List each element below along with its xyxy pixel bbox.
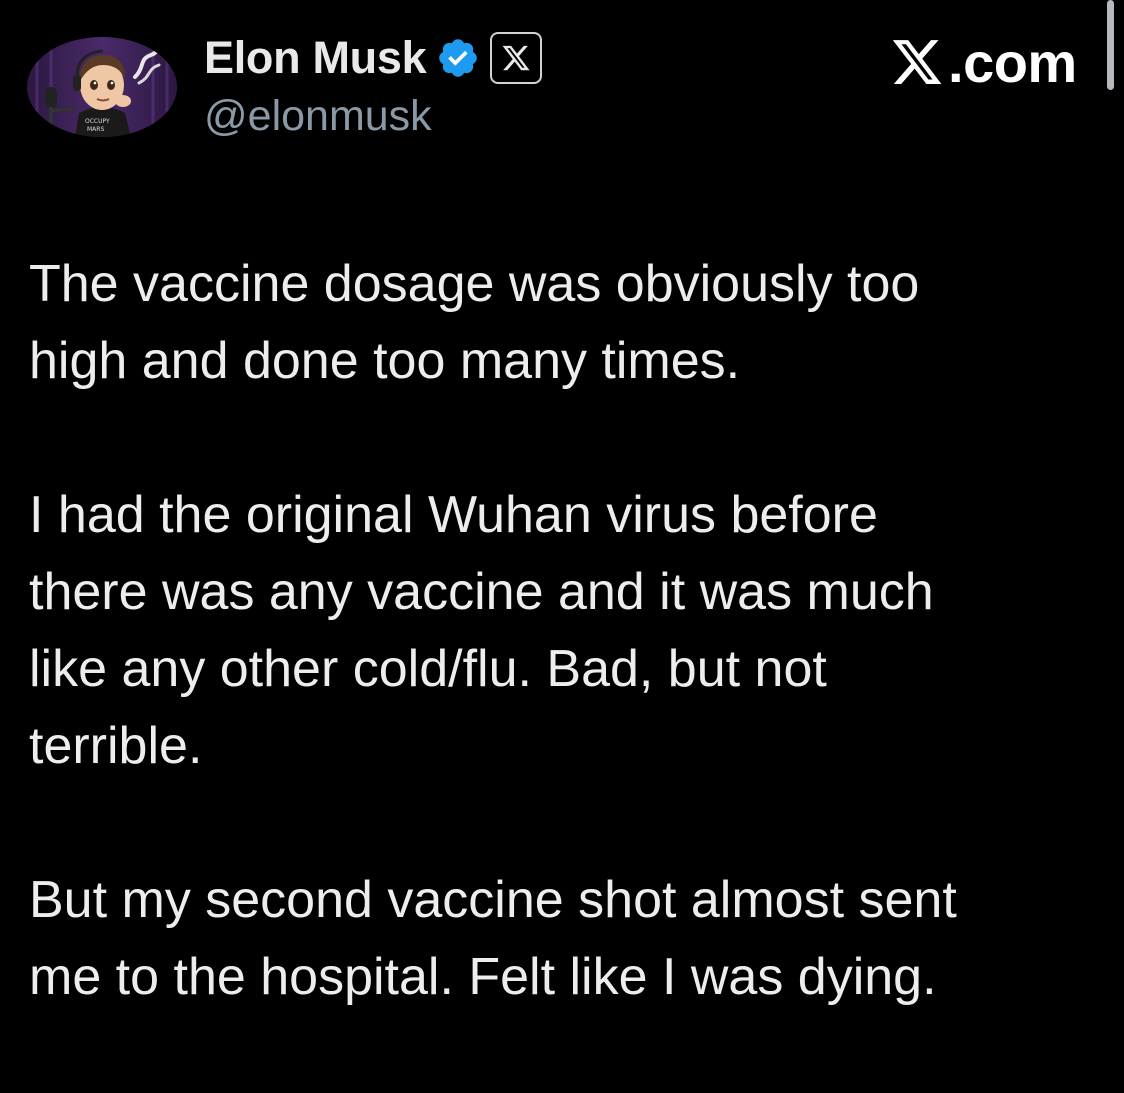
tweet-line: there was any vaccine and it was much [29,563,934,621]
tweet-line: The vaccine dosage was obviously too [29,255,920,313]
tweet-paragraph: I had the original Wuhan virus before th… [29,477,1089,785]
shirt-text-2: MARS [87,126,104,133]
tweet-line: terrible. [29,717,203,775]
user-handle[interactable]: @elonmusk [204,92,432,141]
display-name[interactable]: Elon Musk [204,32,427,84]
avatar-cartoon-icon: OCCUPY MARS [27,37,177,137]
tweet-line: I had the original Wuhan virus before [29,486,878,544]
x-logo-icon[interactable] [490,32,543,84]
brand-text: .com [948,30,1077,94]
tweet-line: high and done too many times. [29,332,741,390]
x-brand-icon [892,40,942,84]
avatar[interactable]: OCCUPY MARS [27,37,177,137]
verified-badge-icon [436,36,480,80]
brand-watermark: .com [888,30,1077,94]
tweet-card: OCCUPY MARS Elon Musk @elonmusk .com The… [0,0,1124,1032]
author-name-row: Elon Musk [204,30,543,86]
shirt-text-1: OCCUPY [85,118,110,125]
tweet-paragraph: The vaccine dosage was obviously too hig… [29,246,1089,400]
scrollbar[interactable] [1107,0,1114,90]
tweet-body: The vaccine dosage was obviously too hig… [29,246,1089,1093]
tweet-line: me to the hospital. Felt like I was dyin… [29,948,937,1006]
tweet-line: like any other cold/flu. Bad, but not [29,640,827,698]
tweet-paragraph: But my second vaccine shot almost sent m… [29,862,1089,1016]
tweet-line: But my second vaccine shot almost sent [29,871,957,929]
